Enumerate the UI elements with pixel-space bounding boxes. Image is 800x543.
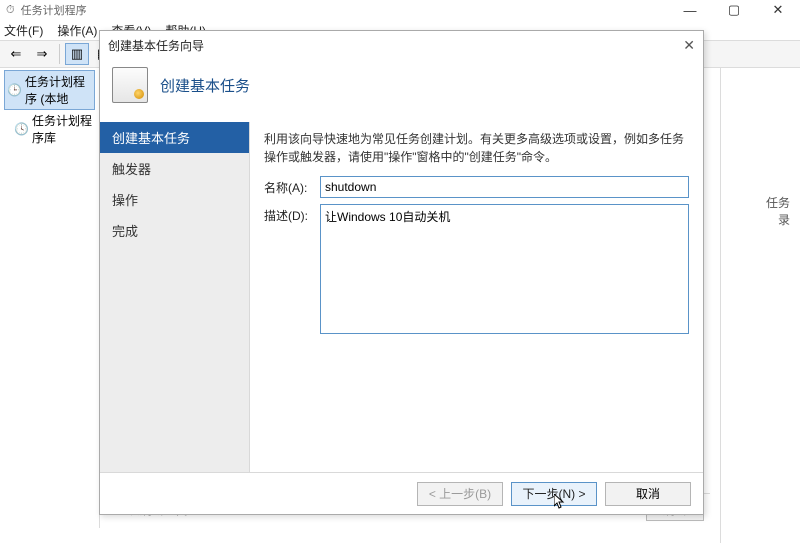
minimize-button[interactable]: — (668, 0, 712, 20)
wizard-main: 利用该向导快速地为常见任务创建计划。有关更多高级选项或设置，例如多任务操作或触发… (250, 122, 703, 472)
next-button-label: 下一步(N) > (522, 485, 585, 502)
cancel-button[interactable]: 取消 (605, 482, 691, 506)
left-tree: 🕒 任务计划程序 (本地 🕓 任务计划程序库 (0, 68, 100, 528)
clock-icon: 🕒 (7, 83, 21, 97)
task-icon (112, 67, 148, 103)
step-finish[interactable]: 完成 (100, 215, 249, 246)
wizard-window-title: 创建基本任务向导 (108, 37, 204, 54)
wizard-header: 创建基本任务 (100, 59, 703, 121)
back-button: < 上一步(B) (417, 482, 503, 506)
app-icon: ⏱ (6, 4, 15, 17)
desc-row: 描述(D): (264, 204, 689, 337)
tree-root[interactable]: 🕒 任务计划程序 (本地 (4, 70, 95, 110)
toolbar-view1-icon[interactable]: ▥ (65, 43, 89, 65)
desc-textarea[interactable] (320, 204, 689, 334)
next-button[interactable]: 下一步(N) > (511, 482, 597, 506)
close-icon[interactable]: ✕ (683, 37, 695, 54)
wizard-footer: < 上一步(B) 下一步(N) > 取消 (100, 472, 703, 514)
wizard-body: 创建基本任务 触发器 操作 完成 利用该向导快速地为常见任务创建计划。有关更多高… (100, 121, 703, 472)
wizard-dialog: 创建基本任务向导 ✕ 创建基本任务 创建基本任务 触发器 操作 完成 利用该向导… (99, 30, 704, 515)
folder-icon: 🕓 (14, 122, 28, 136)
wizard-header-title: 创建基本任务 (160, 75, 250, 96)
tree-child-label: 任务计划程序库 (32, 112, 93, 146)
step-create[interactable]: 创建基本任务 (100, 122, 249, 153)
step-action[interactable]: 操作 (100, 184, 249, 215)
right-text-1: 任务 (727, 194, 790, 211)
right-panel: 任务 录 (720, 68, 800, 543)
bg-titlebar: ⏱ 任务计划程序 — ▢ ✕ (0, 0, 800, 20)
name-row: 名称(A): (264, 176, 689, 198)
tree-root-label: 任务计划程序 (本地 (25, 73, 92, 107)
menu-action[interactable]: 操作(A) (57, 22, 97, 39)
window-controls: — ▢ ✕ (668, 0, 800, 20)
step-trigger[interactable]: 触发器 (100, 153, 249, 184)
name-label: 名称(A): (264, 176, 320, 196)
close-button[interactable]: ✕ (756, 0, 800, 20)
tree-child[interactable]: 🕓 任务计划程序库 (4, 110, 95, 148)
toolbar-forward-icon[interactable]: ⇒ (30, 43, 54, 65)
app-title: 任务计划程序 (21, 2, 87, 18)
menu-file[interactable]: 文件(F) (4, 22, 43, 39)
wizard-titlebar[interactable]: 创建基本任务向导 ✕ (100, 31, 703, 59)
wizard-instruction: 利用该向导快速地为常见任务创建计划。有关更多高级选项或设置，例如多任务操作或触发… (264, 130, 689, 166)
right-text-2: 录 (727, 211, 790, 228)
desc-label: 描述(D): (264, 204, 320, 224)
wizard-steps: 创建基本任务 触发器 操作 完成 (100, 122, 250, 472)
toolbar-back-icon[interactable]: ⇐ (4, 43, 28, 65)
toolbar-separator (59, 44, 60, 64)
maximize-button[interactable]: ▢ (712, 0, 756, 20)
name-input[interactable] (320, 176, 689, 198)
